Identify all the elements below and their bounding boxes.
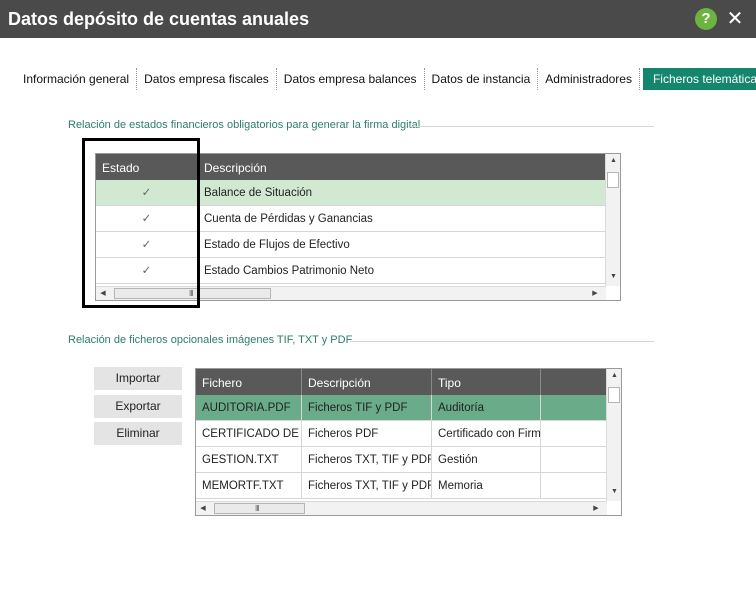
help-icon[interactable]: ? (695, 8, 717, 30)
row-type: Memoria (432, 473, 541, 499)
tab-datos-de-instancia[interactable]: Datos de instancia (425, 68, 539, 90)
column-header-fichero[interactable]: Fichero (196, 369, 302, 395)
tab-ficheros-telematica[interactable]: Ficheros telemática (642, 68, 756, 90)
scroll-thumb[interactable] (608, 387, 620, 403)
scroll-up-icon[interactable]: ▲ (606, 154, 620, 168)
vertical-scrollbar[interactable]: ▲ ▼ (605, 154, 620, 286)
row-description: Ficheros TXT, TIF y PDF (302, 447, 432, 473)
column-header-empty (541, 369, 607, 395)
section-divider (350, 341, 654, 342)
row-description: Estado Cambios Patrimonio Neto (204, 265, 375, 277)
section-label-ficheros: Relación de ficheros opcionales imágenes… (68, 334, 353, 346)
row-description: Estado de Flujos de Efectivo (204, 239, 350, 251)
horizontal-scrollbar[interactable]: ◀ III ▶ (196, 501, 607, 515)
row-empty (541, 395, 607, 421)
delete-button[interactable]: Eliminar (94, 422, 182, 445)
section-label-estados: Relación de estados financieros obligato… (68, 119, 421, 131)
tab-bar: Información general Datos empresa fiscal… (16, 68, 756, 90)
window-title: Datos depósito de cuentas anuales (8, 9, 310, 29)
column-header-descripcion[interactable]: Descripción (198, 154, 606, 180)
export-button[interactable]: Exportar (94, 395, 182, 418)
column-header-descripcion[interactable]: Descripción (302, 369, 432, 395)
tab-datos-empresa-fiscales[interactable]: Datos empresa fiscales (137, 68, 277, 90)
scroll-thumb[interactable]: III (214, 503, 305, 514)
row-file: GESTION.TXT (196, 447, 302, 473)
table-row[interactable]: GESTION.TXT Ficheros TXT, TIF y PDF Gest… (196, 447, 607, 473)
close-icon[interactable]: ✕ (724, 8, 746, 30)
table-row[interactable]: CERTIFICADO DE Ficheros PDF Certificado … (196, 421, 607, 447)
scroll-thumb[interactable] (607, 172, 619, 188)
row-type: Auditoría (432, 395, 541, 421)
scroll-right-icon[interactable]: ▶ (588, 287, 602, 300)
row-type: Certificado con Firma (432, 421, 541, 447)
tab-informacion-general[interactable]: Información general (16, 68, 138, 90)
title-bar: Datos depósito de cuentas anuales ? ✕ (0, 0, 756, 38)
row-file: CERTIFICADO DE (196, 421, 302, 447)
row-type: Gestión (432, 447, 541, 473)
row-description: Ficheros PDF (302, 421, 432, 447)
table-row[interactable]: AUDITORIA.PDF Ficheros TIF y PDF Auditor… (196, 395, 607, 421)
scroll-down-icon[interactable]: ▼ (606, 270, 620, 284)
table-row[interactable]: MEMORTF.TXT Ficheros TXT, TIF y PDF Memo… (196, 473, 607, 499)
section-divider (410, 126, 654, 127)
row-description: Balance de Situación (204, 187, 313, 199)
grip-icon: III (255, 504, 260, 513)
tab-administradores[interactable]: Administradores (538, 68, 640, 90)
row-empty (541, 473, 607, 499)
table-header: Fichero Descripción Tipo (196, 369, 607, 395)
row-description: Cuenta de Pérdidas y Ganancias (204, 213, 373, 225)
import-button[interactable]: Importar (94, 367, 182, 390)
row-file: MEMORTF.TXT (196, 473, 302, 499)
scroll-down-icon[interactable]: ▼ (607, 485, 621, 499)
scroll-left-icon[interactable]: ◀ (196, 502, 210, 515)
column-header-tipo[interactable]: Tipo (432, 369, 541, 395)
row-description: Ficheros TIF y PDF (302, 395, 432, 421)
row-file: AUDITORIA.PDF (196, 395, 302, 421)
row-empty (541, 421, 607, 447)
scroll-right-icon[interactable]: ▶ (589, 502, 603, 515)
row-empty (541, 447, 607, 473)
row-description: Ficheros TXT, TIF y PDF (302, 473, 432, 499)
highlight-box (82, 138, 200, 308)
ficheros-table: Fichero Descripción Tipo AUDITORIA.PDF F… (195, 368, 622, 516)
vertical-scrollbar[interactable]: ▲ ▼ (606, 369, 621, 501)
tab-datos-empresa-balances[interactable]: Datos empresa balances (277, 68, 425, 90)
scroll-up-icon[interactable]: ▲ (607, 369, 621, 383)
